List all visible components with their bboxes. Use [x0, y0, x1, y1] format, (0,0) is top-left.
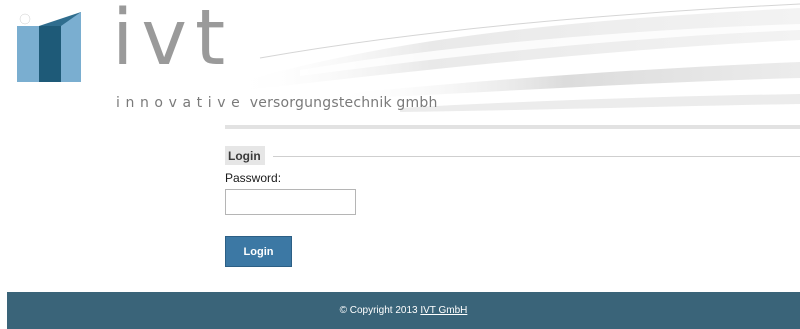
site-footer: © Copyright 2013 IVT GmbH: [7, 292, 800, 329]
password-input[interactable]: [225, 189, 356, 215]
ivt-logo-wordmark: ivt: [112, 0, 234, 83]
site-header: ivt innovative versorgungstechnik gmbh: [0, 0, 800, 130]
page: ivt innovative versorgungstechnik gmbh L…: [0, 0, 800, 329]
password-label: Password:: [225, 171, 282, 185]
copyright-text: © Copyright 2013: [339, 305, 418, 316]
company-link[interactable]: IVT GmbH: [420, 305, 467, 316]
company-tagline: innovative versorgungstechnik gmbh: [116, 95, 438, 111]
login-legend: Login: [225, 146, 265, 165]
tagline-rest: versorgungstechnik gmbh: [249, 95, 438, 111]
tagline-innovative: innovative: [116, 95, 246, 111]
header-divider: [225, 125, 800, 129]
login-button[interactable]: Login: [225, 236, 292, 267]
ivt-logo-icon: [17, 12, 81, 82]
fieldset-line: [273, 156, 800, 157]
